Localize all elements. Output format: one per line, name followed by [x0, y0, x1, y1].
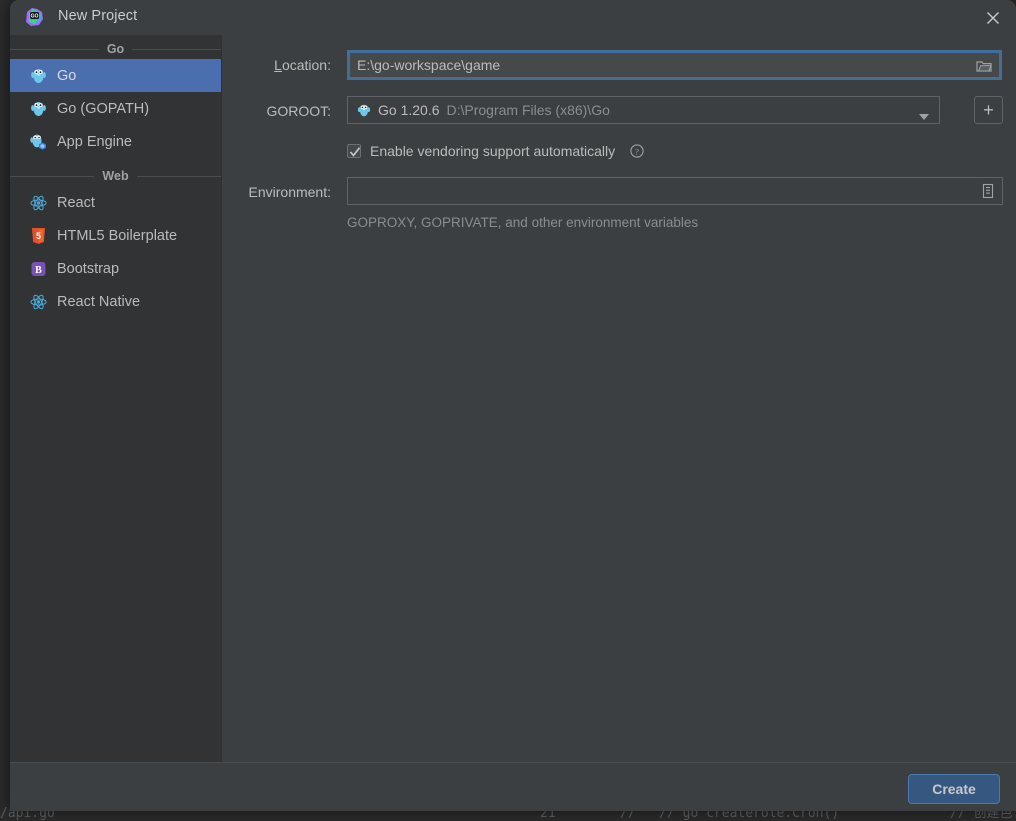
react-icon [30, 194, 47, 212]
goroot-combo[interactable]: Go 1.20.6 D:\Program Files (x86)\Go [347, 96, 940, 124]
sidebar-item-label: HTML5 Boilerplate [57, 227, 178, 244]
location-label: Location: [222, 57, 331, 73]
folder-icon[interactable] [976, 59, 992, 76]
create-button[interactable]: Create [908, 774, 1000, 804]
location-label-rest: ocation: [281, 57, 331, 73]
location-input[interactable]: E:\go-workspace\game [347, 50, 1002, 80]
project-settings-panel: Location: E:\go-workspace\game GOROOT: G… [222, 35, 1016, 762]
group-rule-left [10, 175, 95, 177]
sidebar-item-go[interactable]: Go [10, 59, 221, 92]
sidebar-item-react-native[interactable]: React Native [10, 285, 221, 318]
dialog-titlebar: GO New Project [10, 0, 1016, 35]
add-goroot-button[interactable]: + [974, 96, 1003, 124]
vendoring-label: Enable vendoring support automatically [370, 143, 616, 159]
sidebar-group-label: Go [106, 42, 125, 56]
plus-icon: + [983, 100, 994, 120]
go-gopher-icon [357, 103, 371, 118]
react-icon [30, 293, 47, 311]
dialog-footer: Create [10, 762, 1016, 811]
new-project-dialog: GO New Project Go Go Go (GOPATH) App Eng… [10, 0, 1016, 811]
help-circle-icon[interactable]: ? [630, 144, 644, 158]
location-label-mnemonic: L [274, 57, 282, 73]
html5-icon: 5 [30, 227, 47, 245]
sidebar-item-label: React [57, 194, 95, 211]
sidebar-group-header-go: Go [10, 39, 222, 59]
close-button[interactable] [978, 4, 1008, 32]
goroot-label: GOROOT: [266, 103, 331, 119]
group-rule-right [136, 175, 222, 177]
vendoring-checkbox[interactable] [347, 144, 361, 158]
sidebar-item-label: Bootstrap [57, 260, 120, 277]
location-input-value: E:\go-workspace\game [357, 57, 501, 73]
goroot-value: Go 1.20.6 [378, 102, 440, 118]
sidebar-item-react[interactable]: React [10, 186, 221, 219]
group-rule-right [132, 48, 222, 50]
sidebar-item-label: App Engine [57, 133, 132, 150]
bootstrap-icon: B [30, 260, 47, 278]
sidebar-item-label: React Native [57, 293, 141, 310]
vendoring-checkbox-row[interactable]: Enable vendoring support automatically ? [347, 143, 644, 159]
go-gopher-icon [30, 100, 47, 118]
svg-text:B: B [35, 265, 42, 276]
sidebar-item-label: Go (GOPATH) [57, 100, 150, 117]
environment-input[interactable] [347, 177, 1003, 205]
goland-icon: GO [24, 7, 45, 28]
svg-text:5: 5 [36, 231, 41, 241]
group-rule-left [10, 48, 99, 50]
sidebar-item-bootstrap[interactable]: B Bootstrap [10, 252, 221, 285]
list-edit-icon[interactable] [981, 183, 995, 202]
sidebar-item-app-engine[interactable]: App Engine [10, 125, 221, 158]
app-engine-icon [30, 133, 47, 151]
svg-text:GO: GO [31, 14, 39, 20]
dialog-title: New Project [58, 8, 138, 24]
svg-text:?: ? [635, 146, 639, 156]
sidebar-item-go-gopath[interactable]: Go (GOPATH) [10, 92, 221, 125]
sidebar-item-html5-boilerplate[interactable]: 5 HTML5 Boilerplate [10, 219, 221, 252]
project-type-sidebar: Go Go Go (GOPATH) App Engine Web React 5… [10, 35, 222, 762]
environment-hint: GOPROXY, GOPRIVATE, and other environmen… [347, 215, 699, 230]
sidebar-group-header-web: Web [10, 166, 222, 186]
sidebar-item-label: Go [57, 67, 77, 84]
goroot-path: D:\Program Files (x86)\Go [446, 102, 610, 118]
sidebar-group-label: Web [102, 169, 129, 183]
go-gopher-icon [30, 67, 47, 85]
environment-label: Environment: [248, 184, 331, 200]
chevron-down-icon[interactable] [919, 108, 929, 124]
